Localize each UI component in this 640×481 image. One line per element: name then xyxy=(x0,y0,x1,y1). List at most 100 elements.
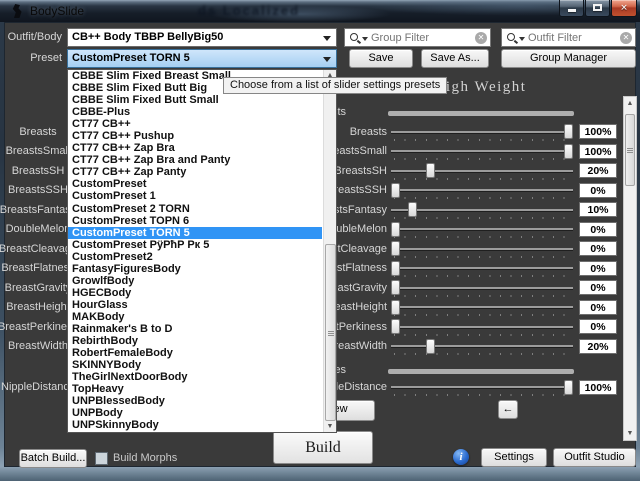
slider-track[interactable] xyxy=(391,306,573,308)
preset-list-item[interactable]: MAKBody xyxy=(68,311,322,323)
preset-list-item[interactable]: RobertFemaleBody xyxy=(68,347,322,359)
info-icon[interactable]: i xyxy=(453,449,469,465)
search-options-arrow-icon[interactable] xyxy=(519,37,525,41)
preset-list-item[interactable]: RebirthBody xyxy=(68,335,322,347)
preset-combobox[interactable]: CustomPreset TORN 5 xyxy=(67,49,337,68)
scrollbar-thumb[interactable] xyxy=(325,244,336,421)
slider-value[interactable]: 0% xyxy=(579,319,617,334)
scroll-up-icon[interactable]: ▲ xyxy=(624,98,636,109)
slider-thumb[interactable] xyxy=(564,124,573,139)
build-morphs-checkbox[interactable] xyxy=(95,452,108,465)
group-manager-button[interactable]: Group Manager xyxy=(501,49,636,68)
scroll-down-icon[interactable]: ▼ xyxy=(624,428,636,439)
clear-icon[interactable]: ✕ xyxy=(620,32,632,44)
outfit-studio-button[interactable]: Outfit Studio xyxy=(553,448,636,467)
slider-thumb[interactable] xyxy=(564,380,573,395)
preset-list-item[interactable]: Rainmaker's B to D xyxy=(68,323,322,335)
preset-list-item[interactable]: SKINNYBody xyxy=(68,359,322,371)
preset-list-item[interactable]: CustomPreset PÿPħP Pк 5 xyxy=(68,239,322,251)
slider-ticks xyxy=(394,197,572,199)
slider-value[interactable]: 10% xyxy=(579,202,617,217)
preset-list-item[interactable]: CustomPreset TOPN 6 xyxy=(68,215,322,227)
preset-list-item[interactable]: UNPBody xyxy=(68,407,322,419)
slider-track[interactable] xyxy=(391,287,573,289)
slider-track[interactable] xyxy=(391,228,573,230)
slider-thumb[interactable] xyxy=(426,163,435,178)
slider-track[interactable] xyxy=(391,150,573,152)
thumb-grip-icon xyxy=(627,150,633,151)
clear-icon[interactable]: ✕ xyxy=(475,32,487,44)
slider-value[interactable]: 0% xyxy=(579,222,617,237)
preset-list-item[interactable]: CT77 CB++ Pushup xyxy=(68,130,322,142)
preset-list-item[interactable]: TheGirlNextDoorBody xyxy=(68,371,322,383)
slider-thumb[interactable] xyxy=(391,261,400,276)
slider-track[interactable] xyxy=(391,209,573,211)
preset-list-item[interactable]: UNPBlessedBody xyxy=(68,395,322,407)
slider-value[interactable]: 0% xyxy=(579,241,617,256)
slider-value[interactable]: 100% xyxy=(579,144,617,159)
preset-list-item[interactable]: CustomPreset xyxy=(68,178,322,190)
slider-track[interactable] xyxy=(391,326,573,328)
scroll-down-icon[interactable]: ▼ xyxy=(324,421,336,432)
preset-list-item[interactable]: CT77 CB++ xyxy=(68,118,322,130)
slider-thumb[interactable] xyxy=(391,183,400,198)
preset-list-item[interactable]: CBBE-Plus xyxy=(68,106,322,118)
slider-track[interactable] xyxy=(391,248,573,250)
title-bar[interactable]: ds Localized BodySlide ✕ xyxy=(0,0,640,22)
slider-thumb[interactable] xyxy=(391,300,400,315)
slider-panel-scrollbar[interactable]: ▲ ▼ xyxy=(623,96,637,441)
slider-track[interactable] xyxy=(391,170,573,172)
slider-value[interactable]: 0% xyxy=(579,261,617,276)
maximize-button[interactable] xyxy=(585,0,610,17)
slider-value[interactable]: 100% xyxy=(579,124,617,139)
slider-value[interactable]: 100% xyxy=(579,380,617,395)
slider-track[interactable] xyxy=(391,189,573,191)
slider-value[interactable]: 0% xyxy=(579,183,617,198)
dropdown-scrollbar[interactable]: ▲ ▼ xyxy=(323,70,336,432)
outfit-filter-input[interactable] xyxy=(528,30,617,45)
preset-list-item[interactable]: CustomPreset 2 TORN xyxy=(68,203,322,215)
preset-list-item[interactable]: UNPSkinnyBody xyxy=(68,419,322,431)
preset-list-item[interactable]: CT77 CB++ Zap Bra xyxy=(68,142,322,154)
preset-list-item[interactable]: FantasyFiguresBody xyxy=(68,263,322,275)
slider-thumb[interactable] xyxy=(391,222,400,237)
slider-track[interactable] xyxy=(391,131,573,133)
slider-thumb[interactable] xyxy=(426,339,435,354)
build-button[interactable]: Build xyxy=(273,431,373,464)
slider-track[interactable] xyxy=(391,267,573,269)
preset-list-item[interactable]: CT77 CB++ Zap Bra and Panty xyxy=(68,154,322,166)
preset-dropdown-items: CBBE Slim Fixed Breast SmallCBBE Slim Fi… xyxy=(68,70,336,431)
preset-list-item[interactable]: CustomPreset 1 xyxy=(68,190,322,202)
scrollbar-thumb[interactable] xyxy=(625,114,635,186)
slider-thumb[interactable] xyxy=(391,280,400,295)
settings-button[interactable]: Settings xyxy=(481,448,547,467)
close-button[interactable]: ✕ xyxy=(611,0,637,17)
outfit-body-combobox[interactable]: CB++ Body TBBP BellyBig50 xyxy=(67,28,337,47)
preset-list-item[interactable]: CBBE Slim Fixed Butt Small xyxy=(68,94,322,106)
slider-thumb[interactable] xyxy=(564,144,573,159)
slider-thumb[interactable] xyxy=(408,202,417,217)
slider-thumb[interactable] xyxy=(391,319,400,334)
slider-value[interactable]: 20% xyxy=(579,339,617,354)
slider-track[interactable] xyxy=(391,386,573,388)
save-as-button[interactable]: Save As... xyxy=(421,49,489,68)
preset-list-item[interactable]: CustomPreset2 xyxy=(68,251,322,263)
save-button[interactable]: Save xyxy=(349,49,413,68)
preset-list-item[interactable]: GrowlfBody xyxy=(68,275,322,287)
slider-value[interactable]: 20% xyxy=(579,163,617,178)
search-options-arrow-icon[interactable] xyxy=(362,37,368,41)
preset-list-item[interactable]: CustomPreset TORN 5 xyxy=(68,227,322,239)
slider-value[interactable]: 0% xyxy=(579,300,617,315)
minimize-button[interactable] xyxy=(559,0,584,17)
group-filter-input[interactable] xyxy=(371,30,472,45)
preset-list-item[interactable]: HGECBody xyxy=(68,287,322,299)
preset-list-item[interactable]: HourGlass xyxy=(68,299,322,311)
slider-back-button[interactable]: ← xyxy=(498,400,518,419)
outfit-body-value: CB++ Body TBBP BellyBig50 xyxy=(72,31,223,43)
slider-track[interactable] xyxy=(391,345,573,347)
slider-thumb[interactable] xyxy=(391,241,400,256)
slider-value[interactable]: 0% xyxy=(579,280,617,295)
preset-list-item[interactable]: CT77 CB++ Zap Panty xyxy=(68,166,322,178)
batch-build-button[interactable]: Batch Build... xyxy=(19,449,87,468)
preset-list-item[interactable]: TopHeavy xyxy=(68,383,322,395)
